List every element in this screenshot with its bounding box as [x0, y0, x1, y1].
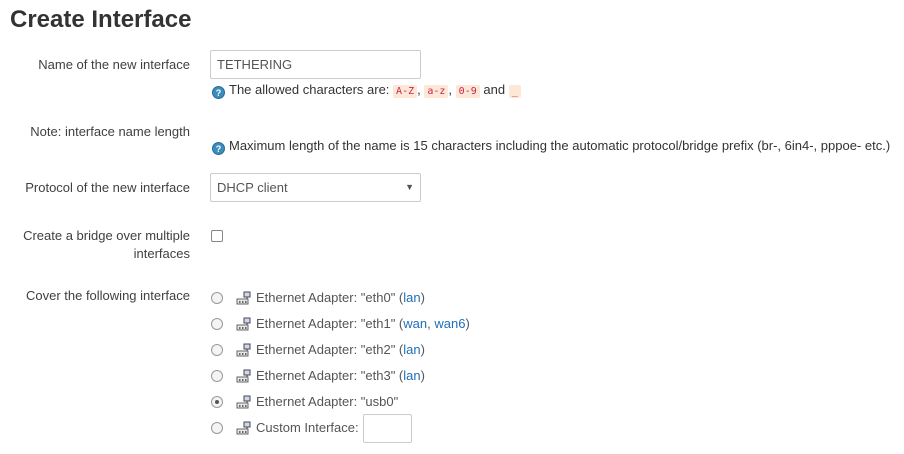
network-link-wan[interactable]: wan [403, 316, 427, 331]
cover-option-radio[interactable] [211, 422, 223, 434]
network-link-wan6[interactable]: wan6 [434, 316, 465, 331]
ethernet-adapter-icon [236, 317, 252, 331]
help-icon: ? [212, 86, 225, 99]
cover-option-radio[interactable] [211, 370, 223, 382]
protocol-select[interactable]: DHCP client ▼ [210, 173, 421, 202]
cover-option-radio[interactable] [211, 396, 223, 408]
ethernet-adapter-icon [236, 421, 252, 435]
cover-option-label: Ethernet Adapter: "eth2" (lan) [256, 342, 425, 357]
cover-option-label: Custom Interface: [256, 420, 359, 435]
cover-option-radio[interactable] [211, 292, 223, 304]
bridge-checkbox[interactable] [211, 230, 223, 242]
interface-name-input[interactable] [210, 50, 421, 79]
cover-option-radio[interactable] [211, 318, 223, 330]
bridge-label-line1: Create a bridge over multiple [23, 228, 190, 243]
network-link-lan[interactable]: lan [403, 342, 420, 357]
ethernet-adapter-icon [236, 343, 252, 357]
cover-option-label: Ethernet Adapter: "usb0" [256, 394, 399, 409]
page-title: Create Interface [10, 6, 192, 33]
cover-option-label: Ethernet Adapter: "eth3" (lan) [256, 368, 425, 383]
custom-interface-input[interactable] [363, 414, 412, 443]
note-help-text: Maximum length of the name is 15 charact… [229, 138, 891, 153]
note-label: Note: interface name length [30, 124, 190, 139]
cover-option-label: Ethernet Adapter: "eth0" (lan) [256, 290, 425, 305]
cover-label: Cover the following interface [25, 288, 190, 303]
protocol-selected-value: DHCP client [217, 180, 288, 195]
and-text: and [483, 82, 506, 97]
name-help: ? The allowed characters are: A-Z, a-z, 0… [212, 82, 521, 100]
protocol-label: Protocol of the new interface [25, 180, 190, 195]
allowed-code-lowercase: a-z [424, 85, 449, 98]
ethernet-adapter-icon [236, 291, 252, 305]
name-label: Name of the new interface [38, 57, 190, 72]
bridge-label: Create a bridge over multiple interfaces [23, 227, 190, 263]
name-help-text: The allowed characters are: [229, 82, 390, 97]
help-icon: ? [212, 142, 225, 155]
cover-option-radio[interactable] [211, 344, 223, 356]
chevron-down-icon: ▼ [405, 182, 414, 192]
allowed-code-underscore: _ [508, 85, 521, 98]
ethernet-adapter-icon [236, 369, 252, 383]
allowed-code-uppercase: A-Z [393, 85, 418, 98]
cover-option-label: Ethernet Adapter: "eth1" (wan, wan6) [256, 316, 470, 331]
bridge-label-line2: interfaces [133, 246, 190, 261]
network-link-lan[interactable]: lan [403, 368, 420, 383]
allowed-code-digits: 0-9 [455, 85, 480, 98]
ethernet-adapter-icon [236, 395, 252, 409]
note-help: ? Maximum length of the name is 15 charac… [212, 138, 890, 155]
network-link-lan[interactable]: lan [403, 290, 420, 305]
